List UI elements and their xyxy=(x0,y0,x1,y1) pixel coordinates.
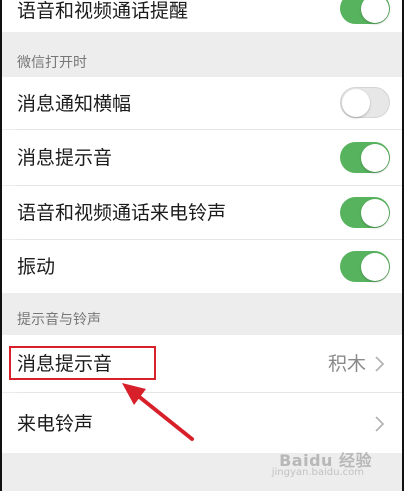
settings-row-banner[interactable]: 消息通知横幅 xyxy=(0,77,404,129)
toggle-call-reminder[interactable] xyxy=(340,0,390,24)
toggle-message-sound[interactable] xyxy=(340,142,390,173)
toggle-knob xyxy=(360,252,389,281)
toggle-knob xyxy=(360,198,389,227)
row-value: 积木 xyxy=(327,353,366,375)
settings-row-call-reminder[interactable]: 语音和视频通话提醒 xyxy=(0,0,404,32)
section-header-wechat-open: 微信打开时 xyxy=(17,55,87,71)
toggle-knob xyxy=(360,143,389,172)
row-label: 振动 xyxy=(17,256,56,278)
row-label: 语音和视频通话来电铃声 xyxy=(17,202,227,224)
toggle-banner[interactable] xyxy=(340,87,390,118)
chevron-right-icon xyxy=(375,356,385,372)
screen-edge-left xyxy=(0,0,2,491)
annotation-arrow-icon xyxy=(122,383,194,441)
settings-row-ringtone[interactable]: 来电铃声 xyxy=(0,393,404,453)
row-label: 消息提示音 xyxy=(17,147,113,169)
settings-page: 语音和视频通话提醒 微信打开时 消息通知横幅 消息提示音 语音和视频通话来电铃声… xyxy=(0,0,404,491)
section-header-sound-ringtone: 提示音与铃声 xyxy=(17,312,101,328)
settings-row-vibrate[interactable]: 振动 xyxy=(0,240,404,293)
watermark-url: jingyan.baidu.com xyxy=(271,467,364,478)
row-label: 消息通知横幅 xyxy=(17,93,132,115)
toggle-knob xyxy=(360,0,389,23)
settings-row-call-ringtone[interactable]: 语音和视频通话来电铃声 xyxy=(0,186,404,239)
row-label: 来电铃声 xyxy=(17,413,94,435)
chevron-right-icon xyxy=(375,416,385,432)
toggle-call-ringtone[interactable] xyxy=(340,197,390,228)
toggle-vibrate[interactable] xyxy=(340,251,390,282)
settings-row-message-sound[interactable]: 消息提示音 xyxy=(0,130,404,185)
toggle-knob xyxy=(342,88,370,117)
row-label: 语音和视频通话提醒 xyxy=(17,0,189,22)
